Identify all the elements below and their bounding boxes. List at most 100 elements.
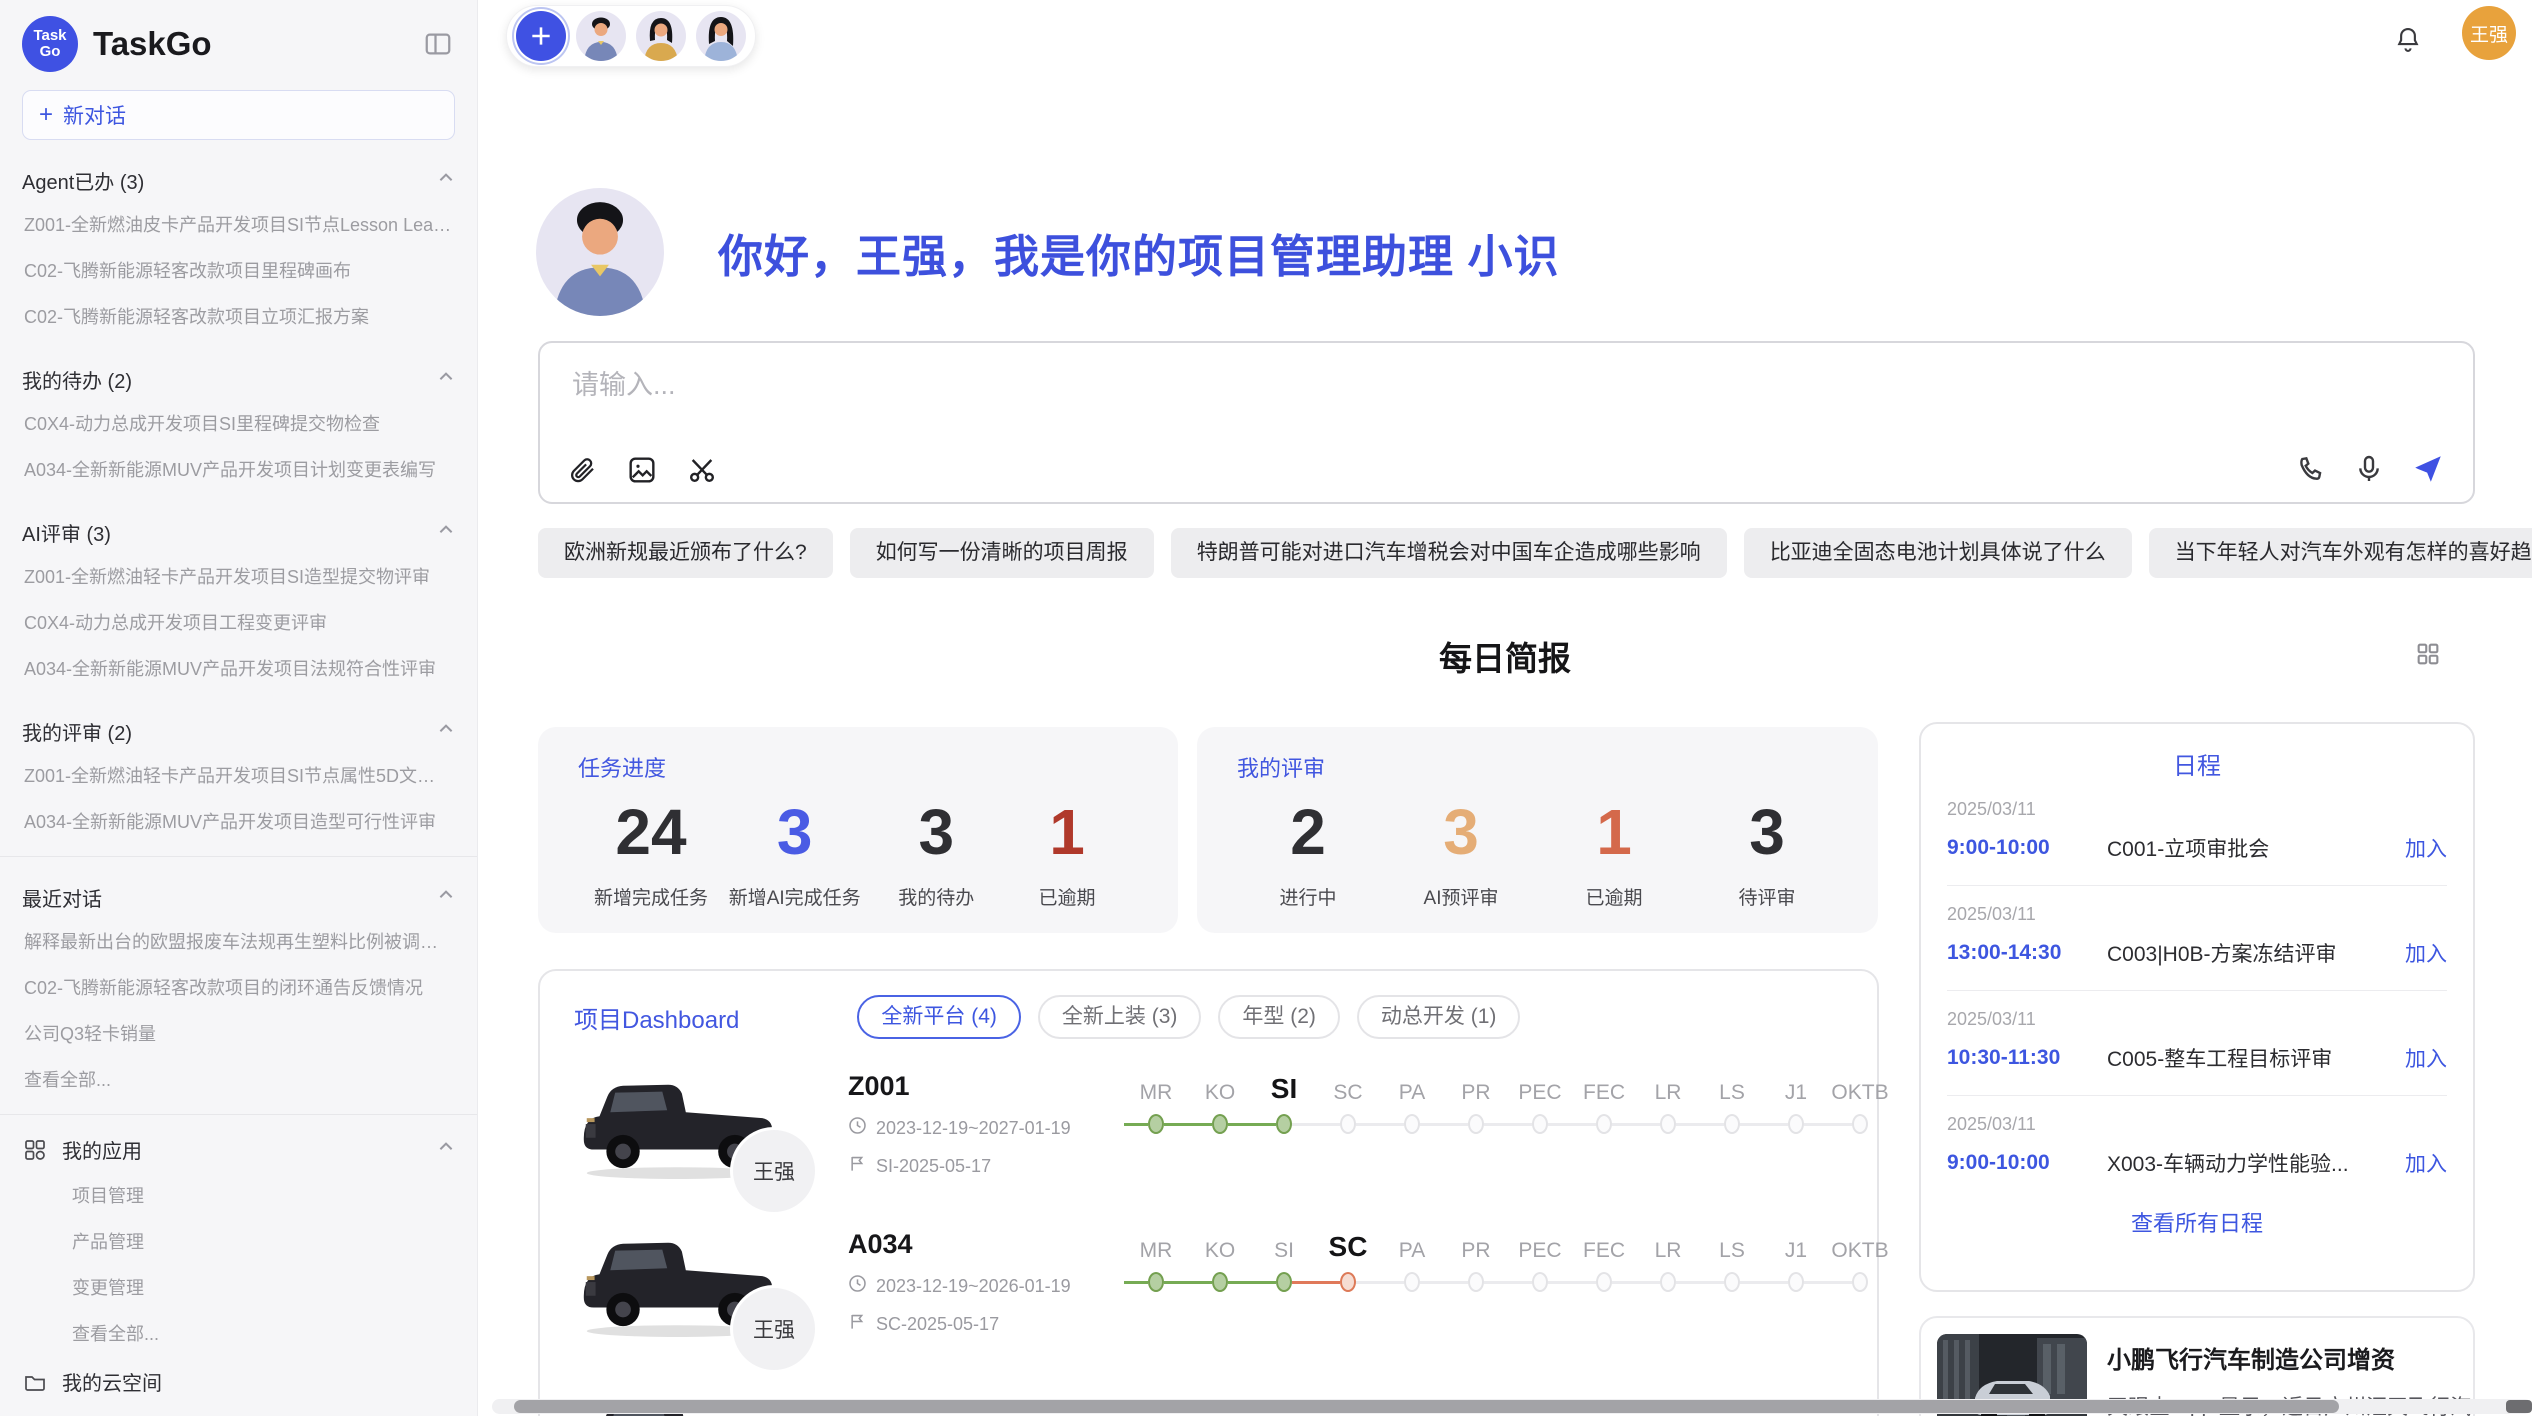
section-header[interactable]: 我的评审 (2) — [22, 711, 455, 752]
bell-icon[interactable] — [2391, 22, 2425, 56]
milestone: PA — [1380, 1225, 1444, 1355]
composer-left-icons — [568, 454, 718, 486]
recent-chat-item[interactable]: 公司Q3轻卡销量 — [22, 1010, 455, 1056]
milestone-label: PA — [1380, 1225, 1444, 1269]
recent-chat-item[interactable]: 解释最新出台的欧盟报废车法规再生塑料比例被调至15%... — [22, 918, 455, 964]
plus-icon: + — [39, 103, 53, 127]
milestone: PEC — [1508, 1225, 1572, 1355]
sidebar-task-item[interactable]: C02-飞腾新能源轻客改款项目里程碑画布 — [22, 247, 455, 293]
sidebar-task-item[interactable]: Z001-全新燃油轻卡产品开发项目SI造型提交物评审 — [22, 553, 455, 599]
add-member-button[interactable] — [516, 11, 566, 61]
app-item[interactable]: 产品管理 — [22, 1218, 455, 1264]
stat: 3AI预评审 — [1406, 799, 1516, 910]
member-avatar[interactable] — [696, 11, 746, 61]
sidebar-task-item[interactable]: C0X4-动力总成开发项目工程变更评审 — [22, 599, 455, 645]
sidebar-task-item[interactable]: Z001-全新燃油皮卡产品开发项目SI节点Lesson Learn报告 — [22, 201, 455, 247]
stat-value: 3 — [1443, 799, 1479, 865]
suggestion-chip[interactable]: 特朗普可能对进口汽车增税会对中国车企造成哪些影响 — [1171, 528, 1727, 578]
user-avatar[interactable]: 王强 — [2462, 6, 2516, 60]
stat-label: 新增AI完成任务 — [729, 883, 861, 910]
milestone-dot — [1724, 1272, 1740, 1292]
dashboard-tabs: 全新平台 (4) 全新上装 (3) 年型 (2) 动总开发 (1) — [857, 995, 1520, 1039]
project-row: 王强Z0012023-12-19~2027-01-19SI-2025-05-17… — [540, 1065, 1877, 1197]
project-owner-avatar[interactable]: 王强 — [730, 1127, 818, 1215]
member-avatar[interactable] — [636, 11, 686, 61]
layout-grid-icon[interactable] — [2414, 640, 2442, 673]
dashboard-tab[interactable]: 全新上装 (3) — [1038, 995, 1202, 1039]
recent-view-all[interactable]: 查看全部... — [22, 1056, 455, 1102]
milestone-dot — [1788, 1272, 1804, 1292]
stat-label: 进行中 — [1279, 883, 1336, 910]
milestone-label: FEC — [1572, 1225, 1636, 1269]
app-item[interactable]: 变更管理 — [22, 1264, 455, 1310]
project-dates: 2023-12-19~2026-01-19 — [848, 1274, 1098, 1298]
panel-collapse-icon[interactable] — [421, 27, 455, 61]
join-button[interactable]: 加入 — [2405, 833, 2447, 863]
recent-chats-header[interactable]: 最近对话 — [22, 877, 455, 918]
divider — [0, 856, 477, 857]
chevron-up-icon — [437, 1138, 455, 1162]
suggestion-chip[interactable]: 当下年轻人对汽车外观有怎样的喜好趋势 — [2149, 528, 2532, 578]
join-button[interactable]: 加入 — [2405, 938, 2447, 968]
recent-chat-item[interactable]: C02-飞腾新能源轻客改款项目的闭环通告反馈情况 — [22, 964, 455, 1010]
schedule-time: 9:00-10:00 — [1947, 836, 2107, 860]
section-header[interactable]: Agent已办 (3) — [22, 160, 455, 201]
sidebar-task-item[interactable]: A034-全新新能源MUV产品开发项目计划变更表编写 — [22, 446, 455, 492]
chat-input[interactable] — [570, 369, 2274, 402]
milestone-label: KO — [1188, 1067, 1252, 1111]
milestone: PR — [1444, 1067, 1508, 1197]
sidebar-item-cloud-space[interactable]: 我的云空间 — [22, 1356, 455, 1407]
paperclip-icon[interactable] — [568, 455, 598, 485]
sidebar-item-my-apps[interactable]: 我的应用 — [22, 1127, 455, 1172]
scissors-icon[interactable] — [686, 454, 718, 486]
image-icon[interactable] — [626, 454, 658, 486]
send-icon[interactable] — [2411, 452, 2445, 486]
section-label: AI评审 (3) — [22, 518, 111, 547]
join-button[interactable]: 加入 — [2405, 1043, 2447, 1073]
phone-icon[interactable] — [2295, 453, 2327, 485]
member-avatar[interactable] — [576, 11, 626, 61]
milestone: MR — [1124, 1067, 1188, 1197]
recent-chats-list: 解释最新出台的欧盟报废车法规再生塑料比例被调至15%...C02-飞腾新能源轻客… — [22, 918, 455, 1056]
apps-view-all[interactable]: 查看全部... — [22, 1310, 455, 1356]
dashboard-tab[interactable]: 年型 (2) — [1218, 995, 1340, 1039]
project-info: A0342023-12-19~2026-01-19SC-2025-05-17 — [848, 1223, 1098, 1355]
view-all-schedule[interactable]: 查看所有日程 — [1921, 1206, 2473, 1238]
divider — [0, 1114, 477, 1115]
sidebar: Task Go TaskGo + 新对话 Agent已办 (3)Z001-全新燃… — [0, 0, 478, 1416]
milestone-dot — [1596, 1272, 1612, 1292]
milestone-dot — [1340, 1114, 1356, 1134]
sidebar-task-item[interactable]: A034-全新新能源MUV产品开发项目法规符合性评审 — [22, 645, 455, 691]
new-chat-button[interactable]: + 新对话 — [22, 90, 455, 140]
scrollbar-right-segment[interactable] — [2506, 1400, 2532, 1413]
milestone-dot — [1468, 1272, 1484, 1292]
milestone-dot — [1852, 1114, 1868, 1134]
milestone-track: MRKOSISCPAPRPECFECLRLSJ1OKTB — [1124, 1065, 1892, 1197]
sidebar-task-item[interactable]: A034-全新新能源MUV产品开发项目造型可行性评审 — [22, 798, 455, 844]
milestone-label: FEC — [1572, 1067, 1636, 1111]
section-header[interactable]: AI评审 (3) — [22, 512, 455, 553]
dashboard-tab[interactable]: 动总开发 (1) — [1357, 995, 1521, 1039]
app-item[interactable]: 项目管理 — [22, 1172, 455, 1218]
milestone-label: SC — [1316, 1067, 1380, 1111]
schedule-title-text: C003|H0B-方案冻结评审 — [2107, 938, 2391, 968]
dashboard-tab[interactable]: 全新平台 (4) — [857, 995, 1021, 1039]
suggestion-chip[interactable]: 欧洲新规最近颁布了什么? — [538, 528, 833, 578]
mic-icon[interactable] — [2353, 453, 2385, 485]
horizontal-scrollbar-thumb[interactable] — [514, 1400, 2339, 1413]
schedule-title: 日程 — [1921, 746, 2473, 781]
milestone-dot — [1148, 1114, 1164, 1134]
suggestion-chip[interactable]: 比亚迪全固态电池计划具体说了什么 — [1744, 528, 2132, 578]
join-button[interactable]: 加入 — [2405, 1148, 2447, 1178]
sidebar-item-favorites[interactable]: 我的收藏 — [22, 1407, 455, 1416]
stat-value: 24 — [615, 799, 686, 865]
sidebar-task-item[interactable]: C0X4-动力总成开发项目SI里程碑提交物检查 — [22, 400, 455, 446]
schedule-title-text: X003-车辆动力学性能验... — [2107, 1148, 2391, 1178]
new-chat-label: 新对话 — [63, 100, 126, 130]
sidebar-task-item[interactable]: Z001-全新燃油轻卡产品开发项目SI节点属性5D文件评审 — [22, 752, 455, 798]
schedule-time: 10:30-11:30 — [1947, 1046, 2107, 1070]
sidebar-task-item[interactable]: C02-飞腾新能源轻客改款项目立项汇报方案 — [22, 293, 455, 339]
suggestion-chip[interactable]: 如何写一份清晰的项目周报 — [850, 528, 1154, 578]
section-header[interactable]: 我的待办 (2) — [22, 359, 455, 400]
project-owner-avatar[interactable]: 王强 — [730, 1285, 818, 1373]
